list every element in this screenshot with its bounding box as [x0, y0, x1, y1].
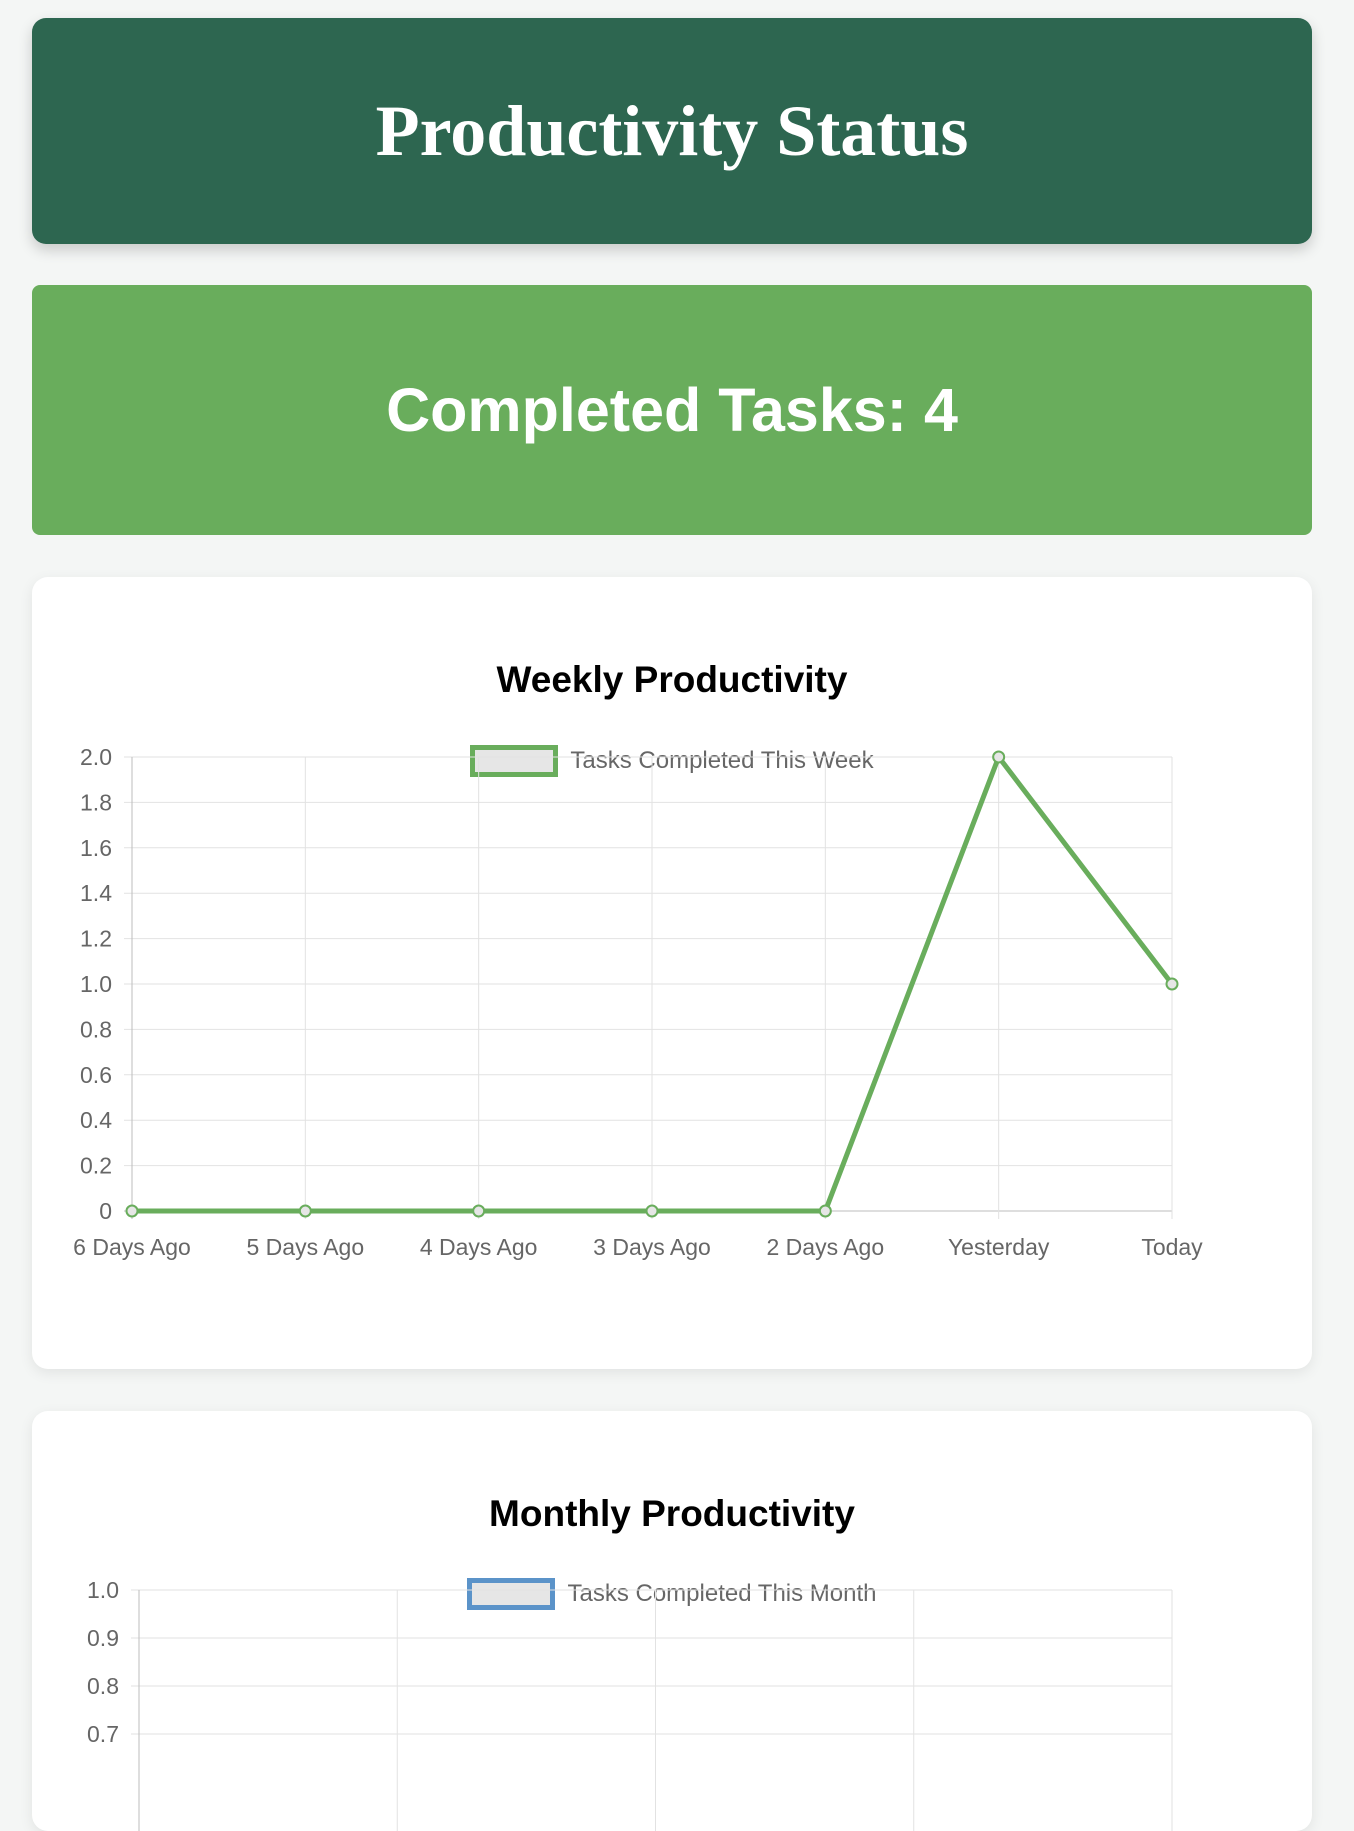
page-title: Productivity Status: [375, 90, 969, 171]
y-tick-label: 1.0: [87, 1577, 119, 1603]
page-header: Productivity Status: [32, 18, 1312, 244]
y-tick-label: 1.6: [80, 835, 112, 861]
x-tick-label: 2 Days Ago: [767, 1234, 885, 1260]
x-tick-label: Yesterday: [948, 1234, 1050, 1260]
y-tick-label: 0: [99, 1198, 112, 1224]
monthly-productivity-chart: 1.0 0.9 0.8 0.7: [87, 1577, 1173, 1831]
completed-tasks-count: Completed Tasks: 4: [386, 376, 958, 444]
data-point: [472, 1204, 486, 1218]
x-tick-label: 4 Days Ago: [420, 1234, 538, 1260]
x-tick-label: Today: [1141, 1234, 1203, 1260]
y-tick-label: 0.7: [87, 1721, 119, 1747]
y-tick-label: 0.8: [80, 1016, 112, 1042]
y-tick-label: 1.2: [80, 926, 112, 952]
data-point: [125, 1204, 139, 1218]
y-tick-label: 1.4: [80, 880, 112, 906]
y-tick-label: 0.8: [87, 1673, 119, 1699]
data-point: [1165, 977, 1179, 991]
x-tick-label: 5 Days Ago: [247, 1234, 365, 1260]
monthly-chart-card: Monthly Productivity Tasks Completed Thi…: [32, 1411, 1312, 1831]
y-tick-label: 1.0: [80, 971, 112, 997]
data-point: [992, 750, 1006, 764]
data-point: [818, 1204, 832, 1218]
y-tick-label: 0.9: [87, 1625, 119, 1651]
y-tick-label: 0.2: [80, 1153, 112, 1179]
weekly-chart-card: Weekly Productivity Tasks Completed This…: [32, 577, 1312, 1369]
y-tick-label: 1.8: [80, 789, 112, 815]
x-tick-label: 3 Days Ago: [593, 1234, 711, 1260]
data-point: [298, 1204, 312, 1218]
weekly-productivity-chart: 2.0 1.8 1.6 1.4 1.2 1.0 0.8 0.6 0.4 0.2 0 6 Days Ag…: [73, 744, 1203, 1260]
y-tick-label: 0.4: [80, 1107, 112, 1133]
y-tick-label: 2.0: [80, 744, 112, 770]
data-point: [645, 1204, 659, 1218]
completed-tasks-banner: Completed Tasks: 4: [32, 285, 1312, 535]
x-tick-label: 6 Days Ago: [73, 1234, 191, 1260]
y-tick-label: 0.6: [80, 1062, 112, 1088]
